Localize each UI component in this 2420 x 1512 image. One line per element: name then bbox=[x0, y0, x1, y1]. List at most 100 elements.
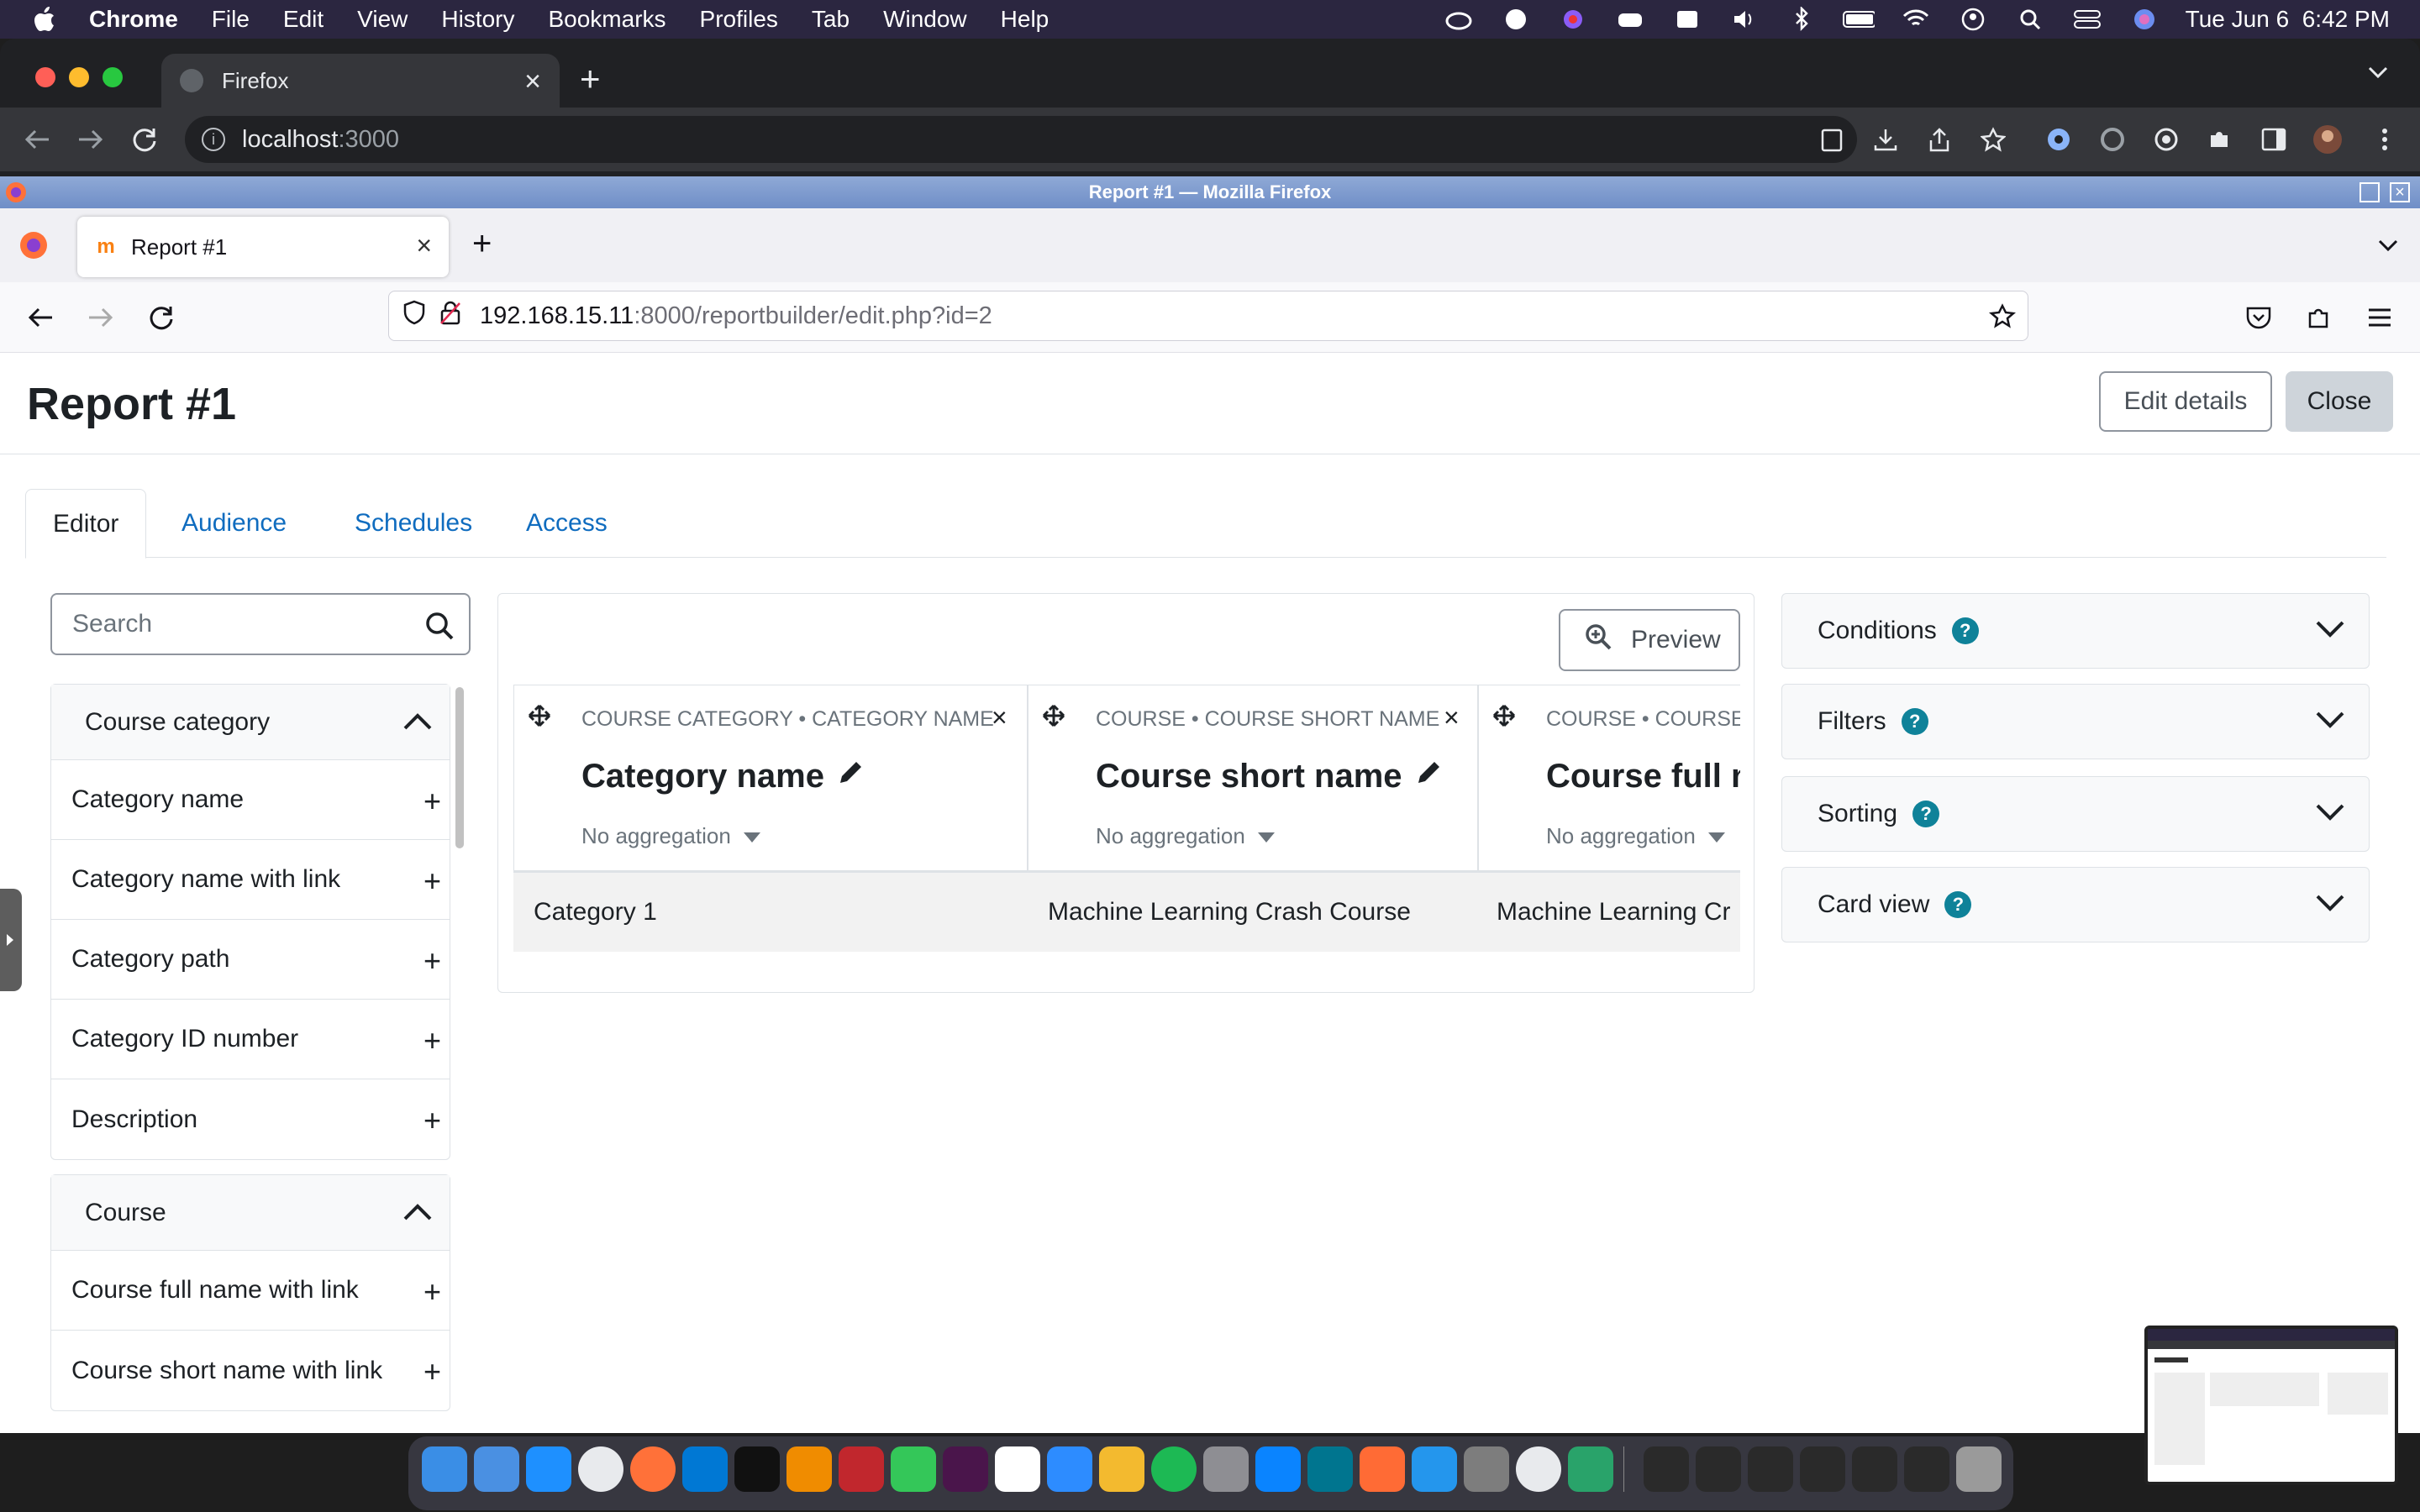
insecure-lock-icon[interactable] bbox=[439, 300, 461, 332]
sidebar-item-category-name[interactable]: Category name + bbox=[51, 760, 450, 840]
help-icon[interactable]: ? bbox=[1944, 891, 1972, 918]
sync-app-icon[interactable] bbox=[1568, 1446, 1613, 1492]
close-tab-icon[interactable]: × bbox=[416, 230, 432, 261]
firefox-address-bar[interactable]: 192.168.15.11:8000/reportbuilder/edit.ph… bbox=[388, 291, 2028, 341]
menu-help[interactable]: Help bbox=[1001, 6, 1050, 33]
card-header-course-category[interactable]: Course category bbox=[51, 685, 450, 760]
tracking-shield-icon[interactable] bbox=[402, 300, 426, 332]
reload-icon[interactable] bbox=[145, 301, 178, 334]
binance-icon[interactable] bbox=[1099, 1446, 1144, 1492]
battery-icon[interactable] bbox=[1842, 7, 1875, 32]
restore-window-icon[interactable] bbox=[2360, 182, 2380, 202]
user-icon[interactable] bbox=[1957, 7, 1989, 32]
siri-icon[interactable] bbox=[2128, 7, 2160, 32]
help-icon[interactable]: ? bbox=[1901, 708, 1928, 735]
safari-icon[interactable] bbox=[526, 1446, 571, 1492]
aggregation-select[interactable]: No aggregation bbox=[581, 823, 761, 849]
zoom-icon[interactable] bbox=[1047, 1446, 1092, 1492]
volume-icon[interactable] bbox=[1728, 7, 1760, 32]
add-icon[interactable]: + bbox=[424, 943, 441, 979]
tab-schedules[interactable]: Schedules bbox=[328, 489, 499, 558]
reload-icon[interactable] bbox=[128, 123, 161, 156]
help-icon[interactable]: ? bbox=[1912, 801, 1940, 827]
postgres-icon[interactable] bbox=[1500, 7, 1532, 32]
menu-tab[interactable]: Tab bbox=[812, 6, 850, 33]
minimize-window-button[interactable] bbox=[69, 67, 89, 87]
tab-editor[interactable]: Editor bbox=[25, 489, 147, 559]
apple-icon[interactable] bbox=[32, 7, 57, 32]
notification-icon[interactable] bbox=[1671, 7, 1703, 32]
accordion-sorting[interactable]: Sorting ? bbox=[1781, 776, 2370, 852]
new-tab-icon[interactable]: + bbox=[472, 225, 492, 263]
chrome-address-bar[interactable]: i localhost:3000 bbox=[185, 116, 1857, 163]
hamburger-menu-icon[interactable] bbox=[2363, 301, 2396, 334]
sidebar-item-course-short-name-with-link[interactable]: Course short name with link + bbox=[51, 1331, 450, 1410]
chrome-menu-icon[interactable] bbox=[2368, 123, 2402, 156]
sidebar-item-description[interactable]: Description + bbox=[51, 1079, 450, 1159]
finder-icon[interactable] bbox=[422, 1446, 467, 1492]
menu-view[interactable]: View bbox=[357, 6, 408, 33]
vscode-icon[interactable] bbox=[682, 1446, 728, 1492]
edit-pencil-icon[interactable] bbox=[836, 758, 865, 795]
spotlight-search-icon[interactable] bbox=[2014, 7, 2046, 32]
trash-icon[interactable] bbox=[1956, 1446, 2002, 1492]
accordion-filters[interactable]: Filters ? bbox=[1781, 684, 2370, 759]
mysql-workbench-icon[interactable] bbox=[1307, 1446, 1353, 1492]
menu-profiles[interactable]: Profiles bbox=[700, 6, 778, 33]
zoom-window-button[interactable] bbox=[103, 67, 123, 87]
menu-history[interactable]: History bbox=[441, 6, 514, 33]
bookmark-star-icon[interactable] bbox=[1976, 123, 2010, 156]
chrome-icon[interactable] bbox=[578, 1446, 623, 1492]
site-info-icon[interactable]: i bbox=[202, 128, 225, 151]
tab-access[interactable]: Access bbox=[499, 489, 634, 558]
mail-icon[interactable] bbox=[474, 1446, 519, 1492]
chrome-2-icon[interactable] bbox=[1516, 1446, 1561, 1492]
menu-app-name[interactable]: Chrome bbox=[89, 6, 178, 33]
chevron-up-icon[interactable] bbox=[402, 710, 433, 738]
edit-pencil-icon[interactable] bbox=[1414, 758, 1443, 795]
close-button[interactable]: Close bbox=[2286, 371, 2393, 432]
forward-icon[interactable] bbox=[84, 301, 118, 334]
screenshot-thumbnail[interactable] bbox=[2144, 1326, 2398, 1485]
minimized-window-4-icon[interactable] bbox=[1800, 1446, 1845, 1492]
sidebar-item-category-id-number[interactable]: Category ID number + bbox=[51, 1000, 450, 1079]
chevron-up-icon[interactable] bbox=[402, 1200, 433, 1229]
tab-audience[interactable]: Audience bbox=[155, 489, 313, 558]
tab-search-chevron-icon[interactable] bbox=[2366, 64, 2390, 85]
sidebar-item-category-path[interactable]: Category path + bbox=[51, 920, 450, 1000]
move-icon[interactable] bbox=[528, 704, 551, 732]
clock[interactable]: Tue Jun 6 6:42 PM bbox=[2186, 6, 2390, 33]
app-store-icon[interactable] bbox=[1255, 1446, 1301, 1492]
postman-icon[interactable] bbox=[1360, 1446, 1405, 1492]
remove-column-icon[interactable]: × bbox=[1444, 702, 1460, 733]
docker-icon[interactable] bbox=[1412, 1446, 1457, 1492]
minimized-window-6-icon[interactable] bbox=[1904, 1446, 1949, 1492]
firefox-tab-report[interactable]: m Report #1 × bbox=[77, 217, 449, 277]
list-tabs-chevron-icon[interactable] bbox=[2376, 237, 2400, 258]
edit-details-button[interactable]: Edit details bbox=[2099, 371, 2272, 432]
messages-icon[interactable] bbox=[891, 1446, 936, 1492]
extension-3-icon[interactable] bbox=[2149, 123, 2183, 156]
extension-2-icon[interactable] bbox=[2096, 123, 2129, 156]
add-icon[interactable]: + bbox=[424, 1354, 441, 1389]
new-tab-icon[interactable]: + bbox=[580, 59, 601, 99]
bookmark-star-icon[interactable] bbox=[1989, 303, 2016, 337]
chevron-down-icon[interactable] bbox=[2315, 708, 2345, 737]
minimized-window-3-icon[interactable] bbox=[1748, 1446, 1793, 1492]
back-icon[interactable] bbox=[20, 123, 54, 156]
menu-window[interactable]: Window bbox=[883, 6, 967, 33]
wifi-icon[interactable] bbox=[1900, 7, 1932, 32]
close-window-icon[interactable]: × bbox=[2390, 182, 2410, 202]
firefox-icon[interactable] bbox=[630, 1446, 676, 1492]
drawer-toggle-handle[interactable] bbox=[0, 889, 22, 991]
back-icon[interactable] bbox=[24, 301, 57, 334]
chevron-down-icon[interactable] bbox=[2315, 801, 2345, 829]
aggregation-select[interactable]: No aggregation bbox=[1096, 823, 1276, 849]
terminal-icon[interactable] bbox=[734, 1446, 780, 1492]
forward-icon[interactable] bbox=[74, 123, 108, 156]
sublime-icon[interactable] bbox=[786, 1446, 832, 1492]
filezilla-icon[interactable] bbox=[839, 1446, 884, 1492]
install-icon[interactable] bbox=[1869, 123, 1902, 156]
search-icon[interactable] bbox=[424, 610, 455, 648]
accordion-card-view[interactable]: Card view ? bbox=[1781, 867, 2370, 942]
